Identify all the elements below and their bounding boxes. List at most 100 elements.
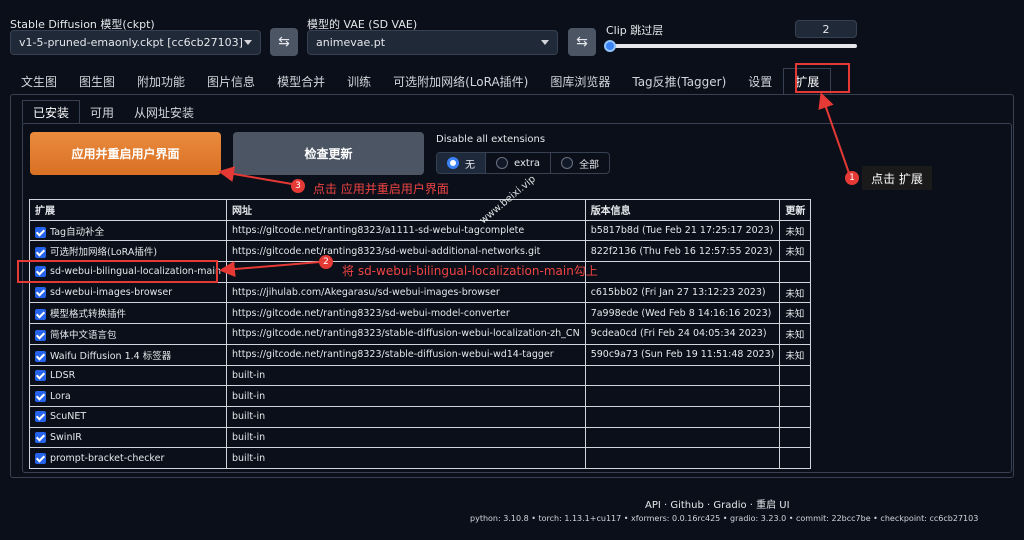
- check-updates-button[interactable]: 检查更新: [233, 132, 424, 175]
- extension-version: 822f2136 (Thu Feb 16 12:57:55 2023): [584, 240, 781, 263]
- footer-links[interactable]: API · Github · Gradio · 重启 UI: [240, 496, 1024, 511]
- tab-available[interactable]: 可用: [80, 100, 124, 124]
- extension-url[interactable]: https://gitcode.net/ranting8323/stable-d…: [226, 343, 586, 366]
- tab-train[interactable]: 训练: [336, 68, 382, 94]
- extension-url[interactable]: built-in: [226, 447, 586, 469]
- extension-version: 9cdea0cd (Fri Feb 24 04:05:34 2023): [584, 323, 781, 345]
- apply-and-restart-button[interactable]: 应用并重启用户界面: [30, 132, 221, 175]
- sub-tab-bar: 已安装 可用 从网址安装: [22, 100, 204, 124]
- extension-name: Lora: [50, 390, 71, 402]
- col-update: 更新: [779, 199, 812, 221]
- chevron-down-icon: [541, 40, 549, 45]
- tab-extras[interactable]: 附加功能: [126, 68, 196, 94]
- extension-name-cell: Waifu Diffusion 1.4 标签器: [29, 343, 227, 366]
- extension-url[interactable]: https://gitcode.net/ranting8323/a1111-sd…: [226, 219, 586, 242]
- extension-version: [584, 405, 781, 428]
- radio-label: 全部: [579, 159, 600, 171]
- clip-slider-track[interactable]: [606, 44, 857, 48]
- extension-version: c615bb02 (Fri Jan 27 13:12:23 2023): [584, 281, 781, 304]
- checkbox-checked-icon[interactable]: [35, 452, 46, 464]
- tab-settings[interactable]: 设置: [737, 68, 783, 94]
- tab-tagger[interactable]: Tag反推(Tagger): [621, 68, 737, 94]
- extension-update-status: 未知: [779, 219, 812, 242]
- extension-update-status: [779, 385, 812, 407]
- checkbox-checked-icon[interactable]: [35, 226, 46, 238]
- extension-version: b5817b8d (Tue Feb 21 17:25:17 2023): [584, 219, 781, 242]
- extension-url[interactable]: built-in: [226, 385, 586, 407]
- checkbox-checked-icon[interactable]: [35, 309, 46, 321]
- col-url: 网址: [226, 199, 586, 221]
- annotation-highlight-bilingual-row: [17, 260, 218, 283]
- extension-url[interactable]: https://jihulab.com/Akegarasu/sd-webui-i…: [226, 281, 586, 304]
- extension-update-status: [779, 261, 812, 283]
- extension-name-cell: 模型格式转换插件: [29, 302, 227, 325]
- table-row: 可选附加网络(LoRA插件) https://gitcode.net/rantin…: [29, 240, 812, 263]
- clip-slider-thumb[interactable]: [604, 40, 616, 52]
- table-row: Waifu Diffusion 1.4 标签器 https://gitcode.n…: [29, 343, 812, 366]
- refresh-vae-button[interactable]: ⇆: [568, 28, 596, 56]
- extension-url[interactable]: built-in: [226, 405, 586, 428]
- extension-name-cell: 简体中文语言包: [29, 323, 227, 345]
- extension-name: Tag自动补全: [50, 226, 105, 238]
- radio-checked-icon: [447, 157, 459, 169]
- table-row: sd-webui-images-browser https://jihulab.c…: [29, 281, 812, 304]
- checkbox-checked-icon[interactable]: [35, 247, 46, 259]
- checkbox-checked-icon[interactable]: [35, 329, 46, 341]
- tab-install-from-url[interactable]: 从网址安装: [124, 100, 204, 124]
- extension-url[interactable]: built-in: [226, 426, 586, 449]
- vae-value: animevae.pt: [316, 36, 386, 49]
- refresh-checkpoint-button[interactable]: ⇆: [270, 28, 298, 56]
- extension-update-status: [779, 447, 812, 469]
- extension-name: sd-webui-images-browser: [50, 287, 173, 299]
- extension-name-cell: Tag自动补全: [29, 219, 227, 242]
- extension-name: Waifu Diffusion 1.4 标签器: [50, 350, 172, 362]
- vae-select[interactable]: animevae.pt: [307, 30, 558, 55]
- clip-number-input[interactable]: 2: [795, 20, 857, 38]
- extension-name-cell: sd-webui-images-browser: [29, 281, 227, 304]
- tab-txt2img[interactable]: 文生图: [10, 68, 68, 94]
- extension-url[interactable]: https://gitcode.net/ranting8323/sd-webui…: [226, 240, 586, 263]
- radio-extra[interactable]: extra: [486, 153, 552, 173]
- extension-update-status: [779, 364, 812, 387]
- extension-name-cell: prompt-bracket-checker: [29, 447, 227, 469]
- tab-img2img[interactable]: 图生图: [68, 68, 126, 94]
- checkbox-checked-icon[interactable]: [35, 431, 46, 443]
- col-version: 版本信息: [584, 199, 781, 221]
- extension-version: 7a998ede (Wed Feb 8 14:16:16 2023): [584, 302, 781, 325]
- extension-name: ScuNET: [50, 411, 87, 423]
- extension-url[interactable]: built-in: [226, 364, 586, 387]
- radio-all[interactable]: 全部: [551, 153, 609, 173]
- checkbox-checked-icon[interactable]: [35, 390, 46, 402]
- extension-update-status: 未知: [779, 323, 812, 345]
- checkbox-checked-icon[interactable]: [35, 411, 46, 423]
- tab-png-info[interactable]: 图片信息: [196, 68, 266, 94]
- tab-image-browser[interactable]: 图库浏览器: [539, 68, 621, 94]
- table-row: Lora built-in: [29, 385, 812, 407]
- checkbox-checked-icon[interactable]: [35, 350, 46, 362]
- tab-installed[interactable]: 已安装: [22, 100, 81, 124]
- checkpoint-select[interactable]: v1-5-pruned-emaonly.ckpt [cc6cb27103]: [10, 30, 261, 55]
- radio-unchecked-icon: [496, 157, 508, 169]
- extension-version: [584, 261, 781, 283]
- table-row: prompt-bracket-checker built-in: [29, 447, 812, 469]
- tab-checkpoint-merger[interactable]: 模型合并: [266, 68, 336, 94]
- extension-update-status: 未知: [779, 302, 812, 325]
- radio-label: extra: [514, 157, 541, 169]
- extension-update-status: 未知: [779, 240, 812, 263]
- table-row: SwinIR built-in: [29, 426, 812, 449]
- extension-version: 590c9a73 (Sun Feb 19 11:51:48 2023): [584, 343, 781, 366]
- table-row: 模型格式转换插件 https://gitcode.net/ranting8323/…: [29, 302, 812, 325]
- disable-extensions-label: Disable all extensions: [436, 134, 546, 145]
- extension-url[interactable]: https://gitcode.net/ranting8323/sd-webui…: [226, 302, 586, 325]
- extension-update-status: [779, 426, 812, 449]
- checkbox-checked-icon[interactable]: [35, 369, 46, 381]
- checkbox-checked-icon[interactable]: [35, 287, 46, 299]
- radio-none[interactable]: 无: [437, 153, 486, 173]
- extension-name-cell: LDSR: [29, 364, 227, 387]
- step-2-badge: 2: [319, 255, 333, 269]
- extension-version: [584, 426, 781, 449]
- extension-name: 模型格式转换插件: [50, 309, 127, 321]
- extension-url[interactable]: https://gitcode.net/ranting8323/stable-d…: [226, 323, 586, 345]
- annotation-highlight-extensions-tab: [795, 63, 850, 93]
- tab-additional-networks[interactable]: 可选附加网络(LoRA插件): [382, 68, 539, 94]
